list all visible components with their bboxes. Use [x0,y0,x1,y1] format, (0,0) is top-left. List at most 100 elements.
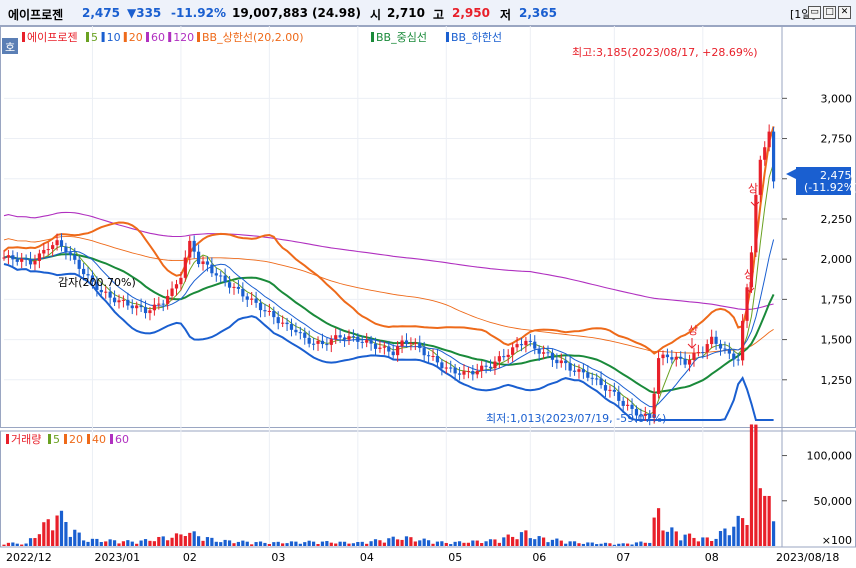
volume-bar [272,542,276,546]
candle-body [148,310,152,314]
volume-bar [28,538,33,546]
candle-body [577,369,581,372]
volume-bar [90,538,95,546]
candle-body [342,337,347,340]
legend-label: 60 [115,433,129,446]
volume-bar [95,538,99,546]
legend-swatch [87,434,90,444]
candle-body [745,287,749,321]
candle-body [533,341,537,349]
volume-bar [334,543,338,546]
volume-bar [161,536,165,546]
volume-bar [431,543,435,546]
candle-body [586,372,590,378]
x-tick-label: 05 [448,551,462,564]
x-tick-label: 03 [271,551,285,564]
volume-bar [219,542,223,546]
volume-bar [205,537,210,546]
candle-body [369,340,373,344]
volume-bar [568,541,572,546]
candle-body [404,340,409,344]
volume-bar [329,542,333,546]
candle-body [294,329,298,333]
volume-bar [316,544,320,546]
candle-body [431,355,435,357]
minimize-button[interactable]: ▭ [808,6,821,19]
volume-bar [426,540,431,546]
candle-body [281,322,285,324]
candle-body [595,378,599,380]
candle-body [166,295,170,304]
restore-button[interactable]: □ [823,6,836,19]
volume-bar [112,540,117,546]
candle-body [440,362,444,369]
volume-bar [197,536,201,546]
candle-body [250,298,254,300]
y-tick-label: 1,750 [821,293,853,306]
volume-bar [73,529,77,546]
volume-bar [152,541,156,546]
candle-body [143,307,148,314]
candle-body [108,291,112,298]
legend-label: 에이프로젠 [27,31,78,44]
volume-bar [183,536,187,546]
candle-body [320,340,325,345]
volume-bar [630,544,634,546]
stock-chart[interactable]: 3,0002,7502,5002,2502,0001,7501,5001,250… [0,26,856,568]
candle-body [457,373,462,375]
candle-body [493,361,497,369]
candle-body [117,300,121,303]
volume-bar [166,540,170,546]
candle-body [670,357,674,360]
y-tick-label: 1,500 [821,334,853,347]
candle-body [656,358,661,394]
volume-bar [148,540,152,546]
candle-body [763,147,767,160]
candle-body [581,369,585,373]
candle-body [426,355,431,357]
low-price: 2,365 [519,6,557,20]
candle-body [64,246,68,253]
candle-body [210,264,214,274]
candle-body [515,344,519,348]
volume-bar [511,536,515,546]
candle-body [661,354,665,359]
candle-body [488,366,493,369]
volume-bar [480,543,484,546]
candle-body [170,288,174,296]
close-button[interactable]: ✕ [838,6,851,19]
volume-bar [648,542,652,546]
candle-body [192,240,196,252]
candle-body [365,340,369,343]
volume-bar [771,521,776,546]
volume-bar [82,540,86,546]
volume-bar [303,542,307,546]
volume-bar [108,539,112,546]
volume-bar [444,542,448,546]
candle-body [626,404,630,406]
candle-body [135,305,139,309]
candle-body [77,259,81,269]
candle-body [37,253,41,261]
candle-body [338,335,342,338]
candle-body [303,332,307,338]
volume-bar [325,541,329,546]
volume-bar [603,542,608,546]
volume-bar [564,543,568,546]
legend-label: BB_중심선 [376,31,427,44]
volume-bar [356,541,360,546]
capital-reduction-annotation: 감자(200.70%) [58,276,136,289]
x-tick-label: 06 [532,551,546,564]
candle-body [612,389,616,392]
candle-body [298,332,302,334]
volume-bar [360,541,364,546]
legend-label: 40 [92,433,106,446]
candle-body [42,249,46,254]
candle-body [683,358,687,365]
volume-bar [727,535,731,546]
volume-bar [130,541,134,546]
volume-bar [621,543,625,546]
x-tick-label: 2023/08/18 [776,551,839,564]
candle-body [59,240,64,247]
high-annotation: 최고:3,185(2023/08/17, +28.69%) [572,46,758,59]
